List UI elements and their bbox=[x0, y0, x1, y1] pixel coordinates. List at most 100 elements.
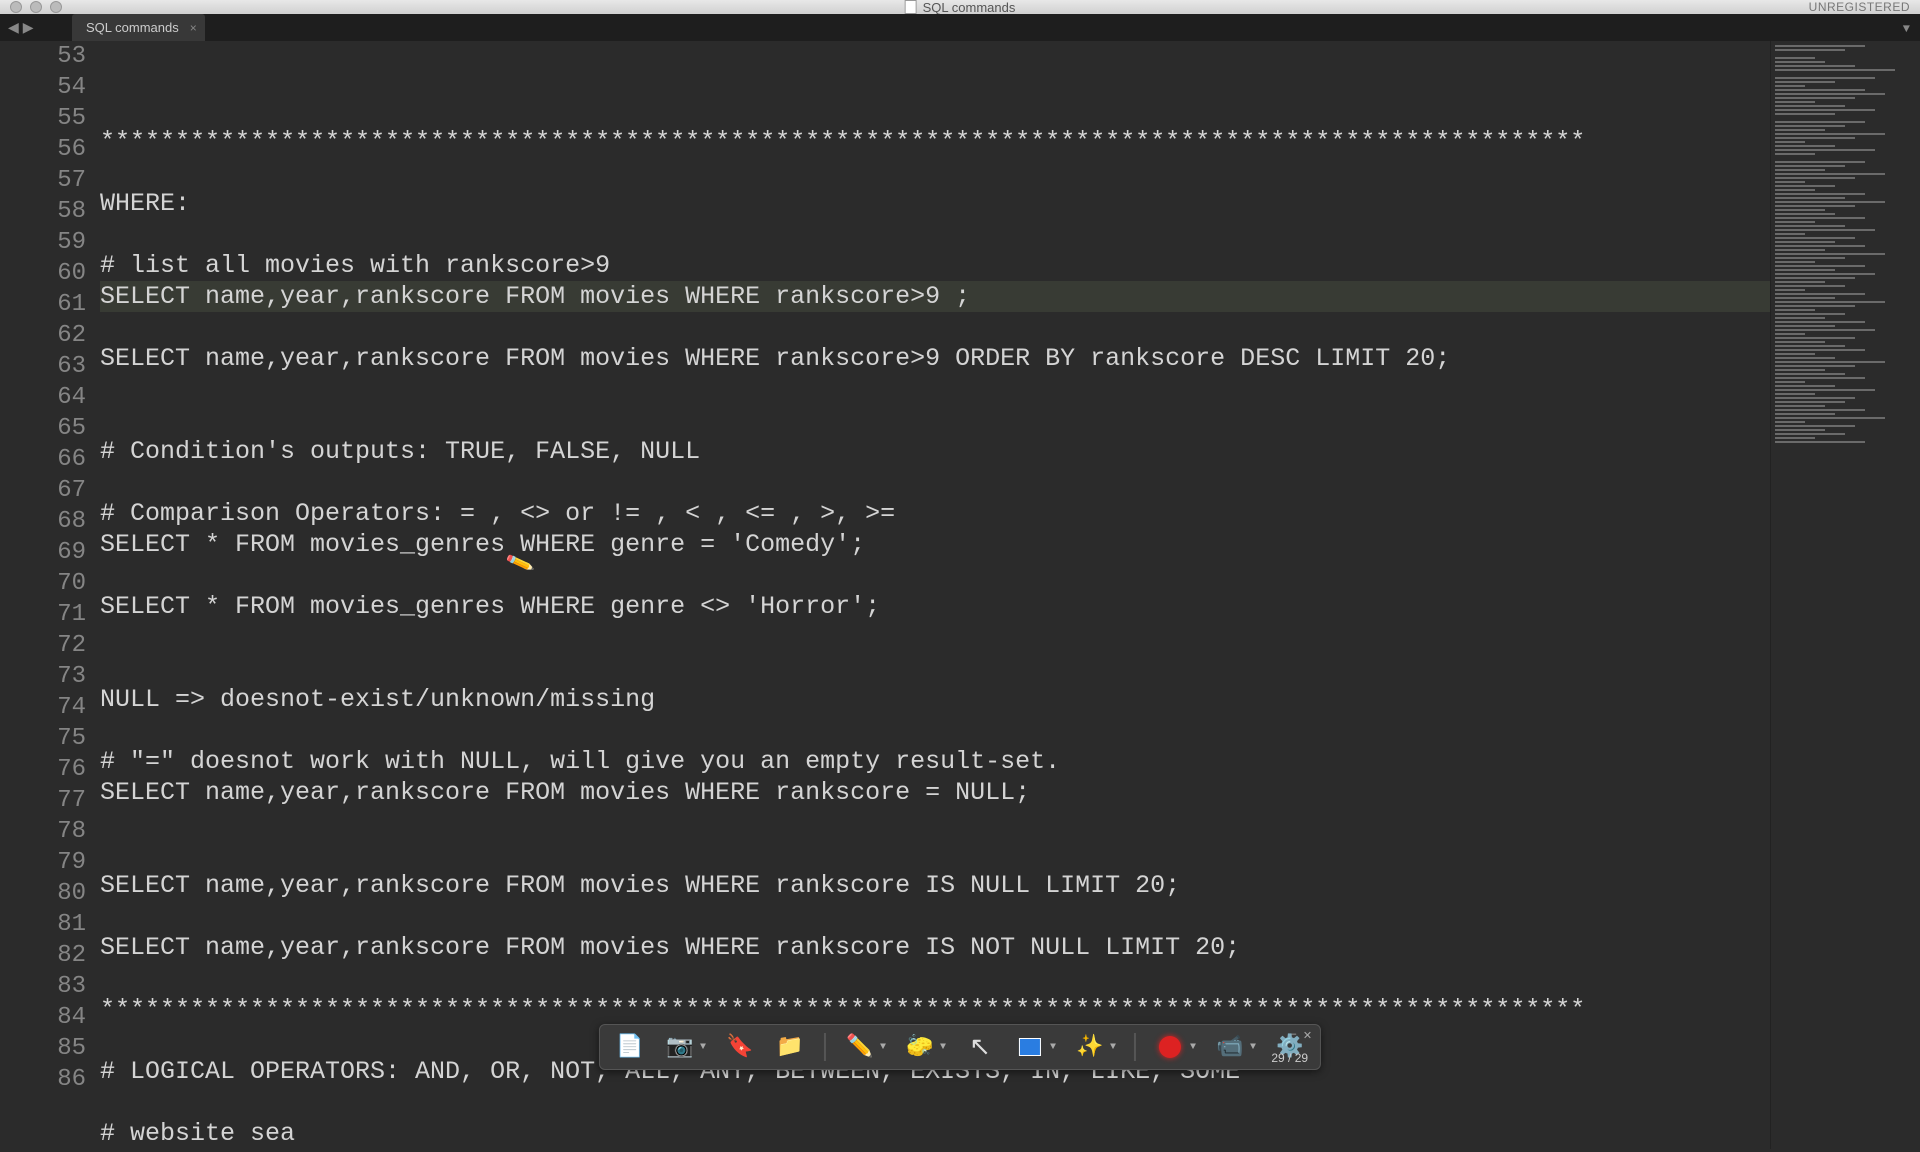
line-number: 53 bbox=[0, 41, 86, 72]
tab-sql-commands[interactable]: SQL commands × bbox=[72, 14, 205, 41]
record-icon[interactable] bbox=[1154, 1031, 1186, 1063]
minimap-line bbox=[1775, 373, 1845, 375]
stamp-icon[interactable]: 🔖 bbox=[724, 1031, 756, 1063]
close-window-button[interactable] bbox=[10, 1, 22, 13]
code-line[interactable] bbox=[100, 95, 1770, 126]
clear-icon[interactable]: ✨ bbox=[1074, 1031, 1106, 1063]
code-line[interactable]: WHERE: bbox=[100, 188, 1770, 219]
minimap-line bbox=[1775, 125, 1845, 127]
annotation-toolbar[interactable]: — ✕ 📄 📷▼ 🔖 📁 ✏️▼ 🧽▼ ↖ ▼ ✨▼ ▼ 📹▼ ⚙️ 29 / … bbox=[599, 1024, 1321, 1070]
line-number: 85 bbox=[0, 1033, 86, 1064]
minimap-line bbox=[1775, 137, 1855, 139]
minimap-line bbox=[1775, 409, 1865, 411]
minimap-line bbox=[1775, 101, 1815, 103]
code-content[interactable]: ✏️ *************************************… bbox=[100, 41, 1770, 1149]
code-line[interactable]: # "=" doesnot work with NULL, will give … bbox=[100, 746, 1770, 777]
code-line[interactable]: # Condition's outputs: TRUE, FALSE, NULL bbox=[100, 436, 1770, 467]
code-line[interactable]: SELECT name,year,rankscore FROM movies W… bbox=[100, 932, 1770, 963]
code-line[interactable] bbox=[100, 374, 1770, 405]
code-line[interactable]: # list all movies with rankscore>9 bbox=[100, 250, 1770, 281]
title-text: SQL commands bbox=[923, 0, 1016, 15]
line-number: 75 bbox=[0, 723, 86, 754]
camera-icon[interactable]: 📷 bbox=[664, 1031, 696, 1063]
minimap-line bbox=[1775, 221, 1815, 223]
minimap-line bbox=[1775, 229, 1875, 231]
pointer-icon[interactable]: ↖ bbox=[964, 1031, 996, 1063]
editor[interactable]: 5354555657585960616263646566676869707172… bbox=[0, 41, 1920, 1149]
minimap-line bbox=[1775, 405, 1825, 407]
dropdown-icon[interactable]: ▼ bbox=[1190, 1042, 1196, 1053]
code-line[interactable]: NULL => doesnot-exist/unknown/missing bbox=[100, 684, 1770, 715]
minimap-line bbox=[1775, 297, 1835, 299]
code-line[interactable] bbox=[100, 839, 1770, 870]
minimap-line bbox=[1775, 325, 1835, 327]
minimap[interactable] bbox=[1770, 41, 1920, 1149]
folder-icon[interactable]: 📁 bbox=[774, 1031, 806, 1063]
zoom-window-button[interactable] bbox=[50, 1, 62, 13]
code-line[interactable] bbox=[100, 901, 1770, 932]
tab-context-icon[interactable]: ▼ bbox=[1903, 22, 1910, 36]
code-line[interactable] bbox=[100, 560, 1770, 591]
titlebar: SQL commands UNREGISTERED bbox=[0, 0, 1920, 14]
webcam-icon[interactable]: 📹 bbox=[1214, 1031, 1246, 1063]
minimap-line bbox=[1775, 201, 1885, 203]
code-line[interactable] bbox=[100, 622, 1770, 653]
minimap-line bbox=[1775, 377, 1865, 379]
code-line[interactable] bbox=[100, 715, 1770, 746]
minimap-line bbox=[1775, 145, 1835, 147]
code-line[interactable] bbox=[100, 808, 1770, 839]
dropdown-icon[interactable]: ▼ bbox=[1050, 1042, 1056, 1053]
minimap-line bbox=[1775, 285, 1845, 287]
line-number: 64 bbox=[0, 382, 86, 413]
minimap-line bbox=[1775, 245, 1865, 247]
rectangle-tool-icon[interactable] bbox=[1014, 1031, 1046, 1063]
minimap-line bbox=[1775, 421, 1805, 423]
dropdown-icon[interactable]: ▼ bbox=[1110, 1042, 1116, 1053]
minimap-line bbox=[1775, 169, 1825, 171]
code-line[interactable] bbox=[100, 312, 1770, 343]
line-number: 55 bbox=[0, 103, 86, 134]
minimize-window-button[interactable] bbox=[30, 1, 42, 13]
code-line[interactable]: SELECT name,year,rankscore FROM movies W… bbox=[100, 777, 1770, 808]
pencil-icon[interactable]: ✏️ bbox=[844, 1031, 876, 1063]
minimap-line bbox=[1775, 121, 1865, 123]
window-controls bbox=[10, 1, 62, 13]
code-line[interactable]: # website sea bbox=[100, 1118, 1770, 1149]
minimap-line bbox=[1775, 357, 1835, 359]
code-line[interactable] bbox=[100, 467, 1770, 498]
dropdown-icon[interactable]: ▼ bbox=[1250, 1042, 1256, 1053]
minimap-line bbox=[1775, 417, 1885, 419]
code-line[interactable] bbox=[100, 963, 1770, 994]
minimap-line bbox=[1775, 257, 1845, 259]
nav-back-button[interactable]: ◀ bbox=[8, 20, 19, 37]
code-line[interactable]: SELECT name,year,rankscore FROM movies W… bbox=[100, 281, 1770, 312]
code-line[interactable] bbox=[100, 653, 1770, 684]
minimap-line bbox=[1775, 109, 1875, 111]
tab-close-icon[interactable]: × bbox=[190, 21, 197, 35]
code-line[interactable]: SELECT name,year,rankscore FROM movies W… bbox=[100, 343, 1770, 374]
minimap-line bbox=[1775, 301, 1885, 303]
tab-label: SQL commands bbox=[86, 20, 179, 35]
dropdown-icon[interactable]: ▼ bbox=[940, 1042, 946, 1053]
code-line[interactable]: ****************************************… bbox=[100, 126, 1770, 157]
minimap-line bbox=[1775, 237, 1855, 239]
minimap-line bbox=[1775, 141, 1805, 143]
code-line[interactable]: # Comparison Operators: = , <> or != , <… bbox=[100, 498, 1770, 529]
code-line[interactable]: ****************************************… bbox=[100, 994, 1770, 1025]
eraser-icon[interactable]: 🧽 bbox=[904, 1031, 936, 1063]
new-note-icon[interactable]: 📄 bbox=[614, 1031, 646, 1063]
minimap-line bbox=[1775, 361, 1885, 363]
code-line[interactable] bbox=[100, 157, 1770, 188]
code-line[interactable] bbox=[100, 405, 1770, 436]
nav-forward-button[interactable]: ▶ bbox=[23, 20, 34, 37]
minimap-line bbox=[1775, 105, 1845, 107]
code-line[interactable] bbox=[100, 219, 1770, 250]
minimap-line bbox=[1775, 113, 1835, 115]
code-line[interactable]: SELECT name,year,rankscore FROM movies W… bbox=[100, 870, 1770, 901]
code-line[interactable]: SELECT * FROM movies_genres WHERE genre … bbox=[100, 591, 1770, 622]
dropdown-icon[interactable]: ▼ bbox=[880, 1042, 886, 1053]
code-line[interactable] bbox=[100, 1087, 1770, 1118]
line-number: 74 bbox=[0, 692, 86, 723]
code-line[interactable]: SELECT * FROM movies_genres WHERE genre … bbox=[100, 529, 1770, 560]
dropdown-icon[interactable]: ▼ bbox=[700, 1042, 706, 1053]
